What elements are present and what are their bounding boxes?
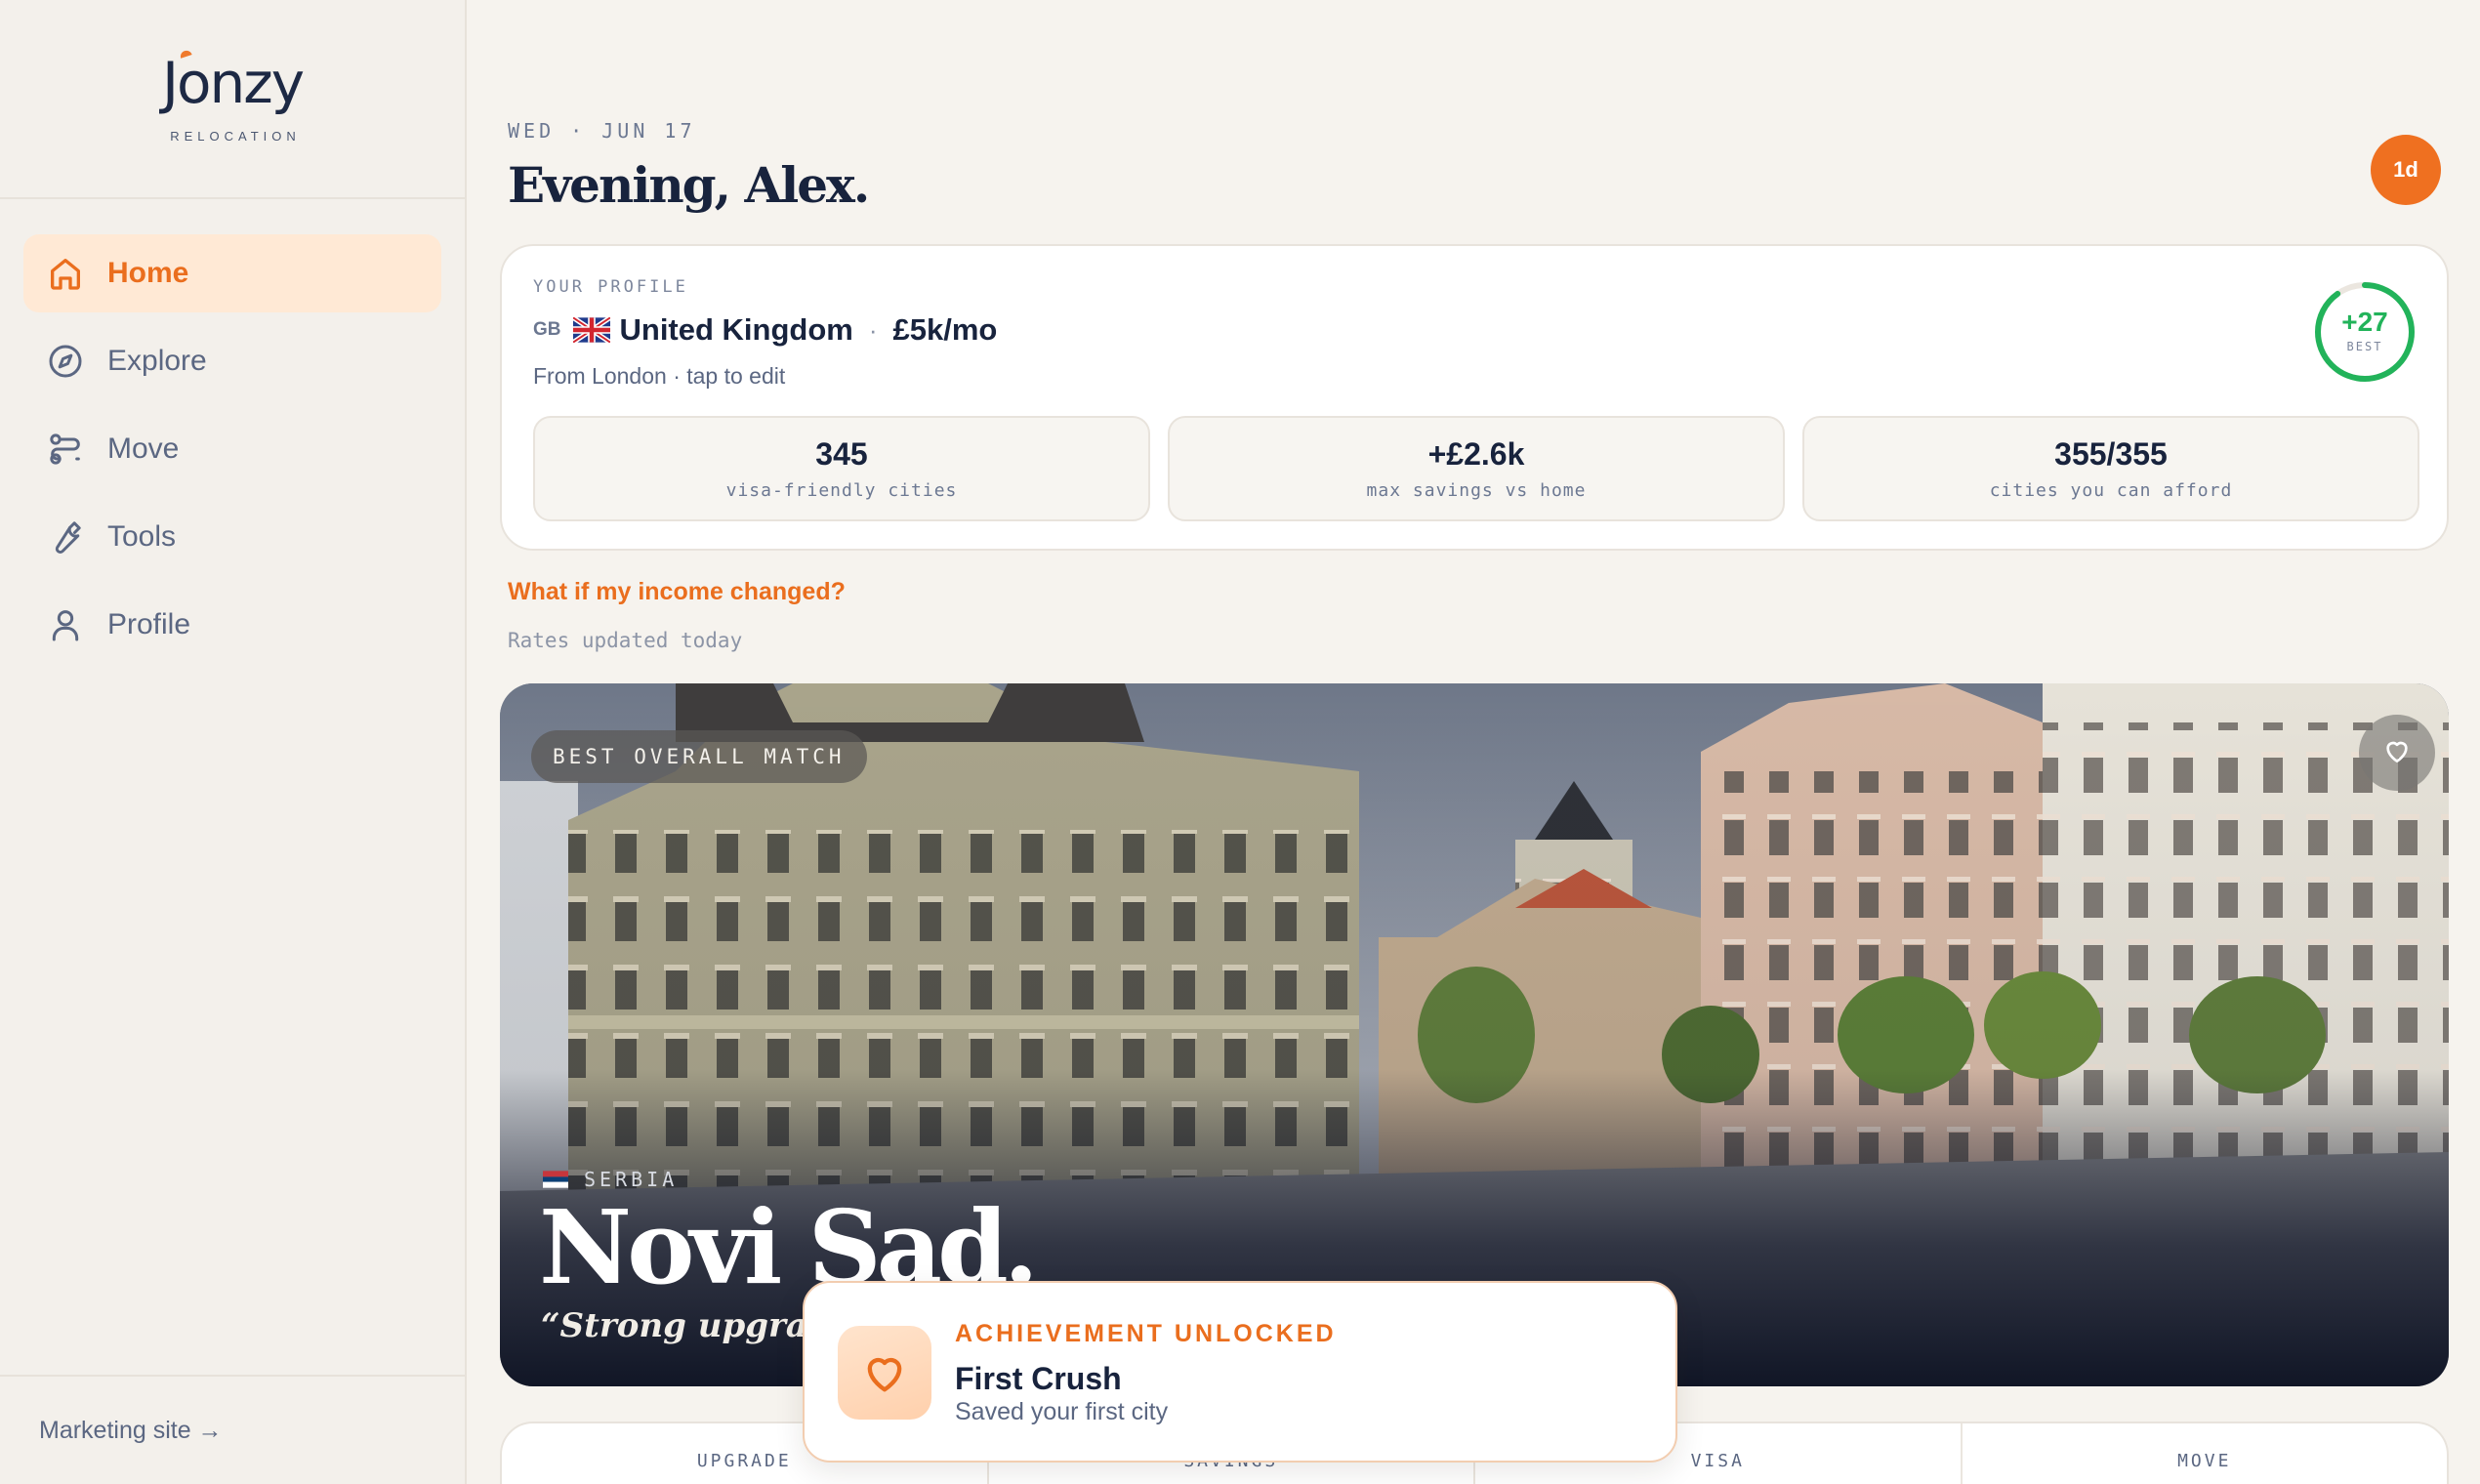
best-score-label: BEST xyxy=(2346,340,2383,353)
profile-separator: · xyxy=(868,314,878,345)
stat-max-savings[interactable]: +£2.6k max savings vs home xyxy=(1168,416,1785,521)
country-code: GB xyxy=(533,319,561,340)
heart-outline-icon xyxy=(2381,735,2413,771)
stat-label: cities you can afford xyxy=(1989,480,2233,501)
nav-item-home[interactable]: Home xyxy=(23,234,441,312)
sidebar-footer: Marketing site → xyxy=(0,1375,465,1484)
nav-item-tools[interactable]: Tools xyxy=(23,498,441,576)
nav-label-profile: Profile xyxy=(107,608,191,640)
income-whatif-link[interactable]: What if my income changed? xyxy=(508,578,846,606)
profile-origin-edit[interactable]: From London · tap to edit xyxy=(533,363,785,390)
stat-visa-friendly[interactable]: 345 visa-friendly cities xyxy=(533,416,1150,521)
serbia-flag-icon xyxy=(543,1171,568,1188)
user-icon xyxy=(45,604,86,645)
marketing-site-link[interactable]: Marketing site → xyxy=(39,1417,223,1445)
wrench-icon xyxy=(45,516,86,557)
profile-income: £5k/mo xyxy=(892,312,998,347)
compass-icon xyxy=(45,341,86,382)
main-nav: Home Explore Move Tools Profile xyxy=(0,199,465,664)
nav-item-move[interactable]: Move xyxy=(23,410,441,488)
brand-subtitle: RELOCATION xyxy=(170,128,301,144)
nav-label-explore: Explore xyxy=(107,345,207,377)
nav-item-explore[interactable]: Explore xyxy=(23,322,441,400)
profile-country-row: GB United Kingdom · £5k/mo xyxy=(533,312,997,348)
heart-icon xyxy=(838,1326,931,1420)
home-icon xyxy=(45,253,86,294)
profile-eyebrow: YOUR PROFILE xyxy=(533,277,688,297)
stat-affordable[interactable]: 355/355 cities you can afford xyxy=(1802,416,2419,521)
achievement-toast[interactable]: ACHIEVEMENT UNLOCKED First Crush Saved y… xyxy=(803,1281,1677,1463)
main-content: WED · JUN 17 Evening, Alex. 1d YOUR PROF… xyxy=(467,0,2480,1484)
metric-move[interactable]: MOVE xyxy=(1963,1423,2448,1484)
stat-label: max savings vs home xyxy=(1366,480,1587,501)
profile-stats: 345 visa-friendly cities +£2.6k max savi… xyxy=(533,416,2419,521)
sidebar: Jonzy RELOCATION Home Explore Move Tools… xyxy=(0,0,467,1484)
stat-value: 355/355 xyxy=(2054,436,2168,472)
nav-label-home: Home xyxy=(107,257,189,289)
stat-value: +£2.6k xyxy=(1427,436,1525,472)
rates-status: Rates updated today xyxy=(508,629,743,652)
streak-badge[interactable]: 1d xyxy=(2371,135,2441,205)
date-label: WED · JUN 17 xyxy=(508,119,696,143)
stat-value: 345 xyxy=(815,436,868,472)
best-match-badge: BEST OVERALL MATCH xyxy=(531,730,867,783)
toast-eyebrow: ACHIEVEMENT UNLOCKED xyxy=(955,1320,1337,1347)
toast-title: First Crush xyxy=(955,1361,1122,1396)
nav-item-profile[interactable]: Profile xyxy=(23,586,441,664)
favorite-button[interactable] xyxy=(2359,715,2435,791)
toast-subtitle: Saved your first city xyxy=(955,1398,1169,1425)
profile-card[interactable]: YOUR PROFILE GB United Kingdom · £5k/mo … xyxy=(500,244,2449,551)
nav-label-move: Move xyxy=(107,433,180,465)
route-icon xyxy=(45,429,86,470)
stat-label: visa-friendly cities xyxy=(725,480,958,501)
best-score-value: +27 xyxy=(2341,307,2388,337)
brand[interactable]: Jonzy RELOCATION xyxy=(0,0,465,199)
uk-flag-icon xyxy=(572,317,610,343)
nav-label-tools: Tools xyxy=(107,520,177,553)
brand-logo: Jonzy xyxy=(161,48,305,116)
profile-country: United Kingdom xyxy=(619,312,853,347)
greeting-title: Evening, Alex. xyxy=(508,156,870,214)
